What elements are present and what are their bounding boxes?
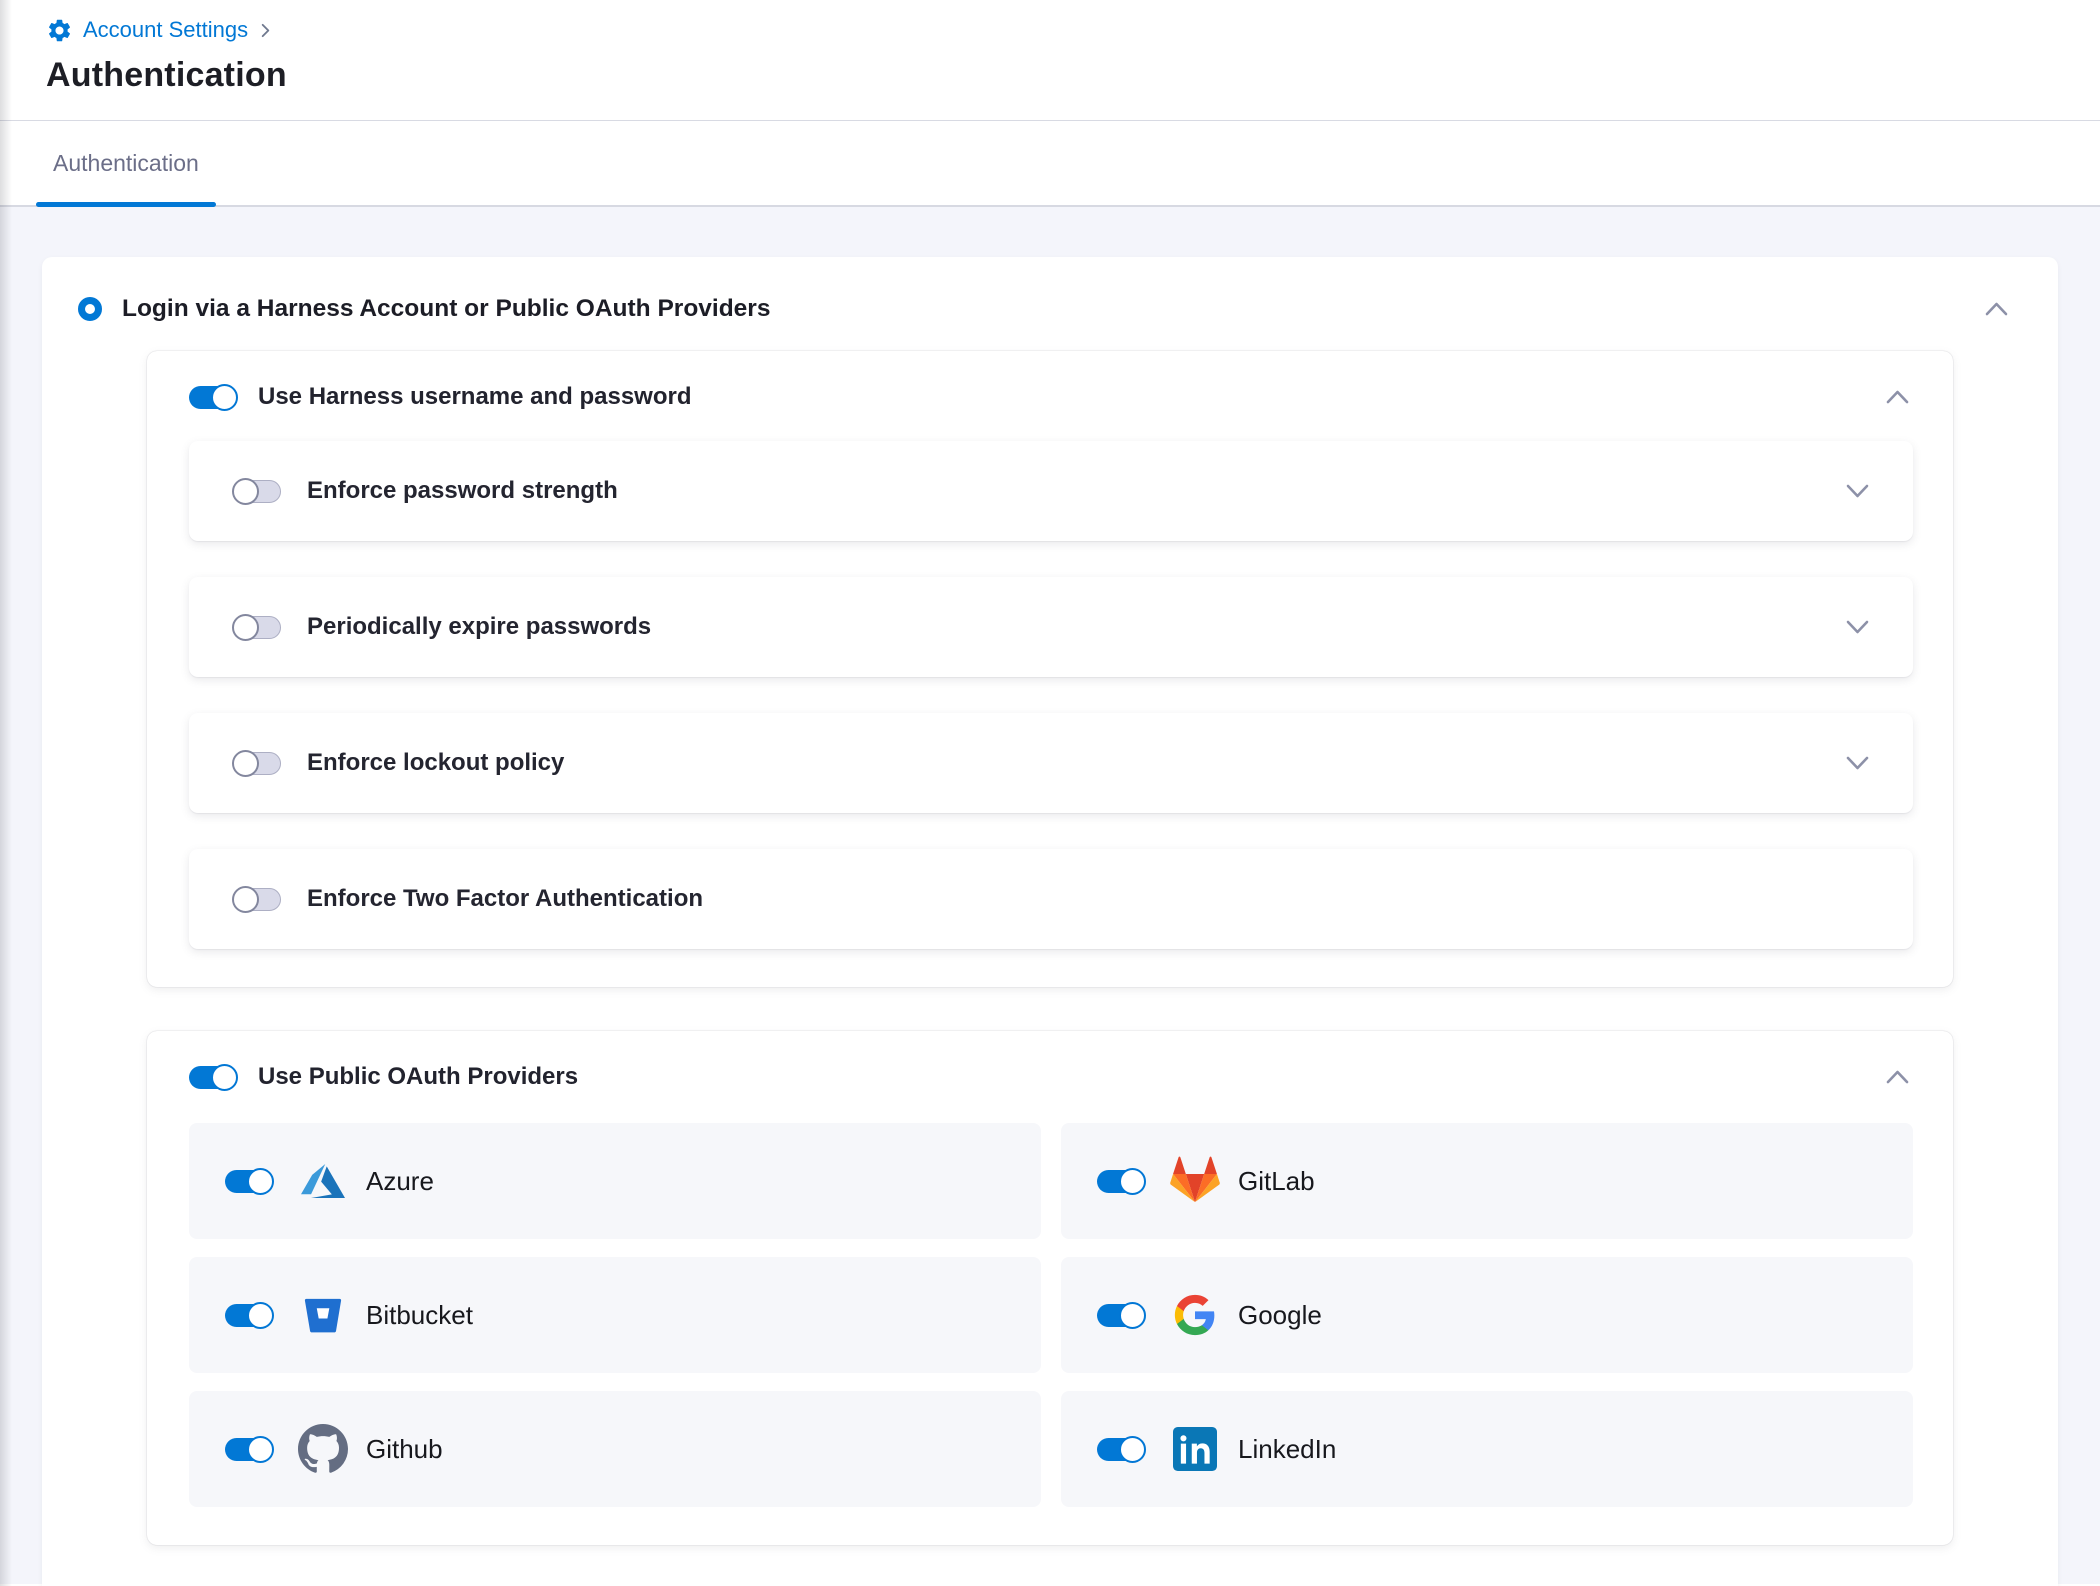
harness-login-toggle[interactable]	[189, 386, 236, 409]
expand-lockout-policy-button[interactable]	[1841, 747, 1873, 779]
breadcrumb-link-account-settings[interactable]: Account Settings	[83, 17, 248, 43]
toggle-knob	[1119, 1302, 1146, 1329]
oauth-providers-section: Use Public OAuth Providers Azure	[147, 1031, 1953, 1545]
login-method-header: Login via a Harness Account or Public OA…	[42, 257, 2058, 325]
collapse-oauth-section-button[interactable]	[1881, 1061, 1913, 1093]
provider-row-azure: Azure	[189, 1123, 1041, 1239]
provider-name: Bitbucket	[366, 1300, 473, 1331]
provider-row-google: Google	[1061, 1257, 1913, 1373]
setting-label: Periodically expire passwords	[307, 613, 651, 641]
page-header: Account Settings Authentication	[0, 0, 2100, 121]
login-method-title: Login via a Harness Account or Public OA…	[122, 295, 770, 323]
provider-row-gitlab: GitLab	[1061, 1123, 1913, 1239]
chevron-down-icon	[1846, 484, 1869, 498]
chevron-up-icon	[1886, 1070, 1909, 1084]
azure-icon	[296, 1154, 350, 1208]
chevron-down-icon	[1846, 620, 1869, 634]
page-title: Authentication	[46, 56, 2100, 95]
setting-row-expire-passwords: Periodically expire passwords	[189, 577, 1913, 677]
linkedin-icon	[1168, 1422, 1222, 1476]
chevron-up-icon	[1985, 302, 2008, 316]
content-area: Login via a Harness Account or Public OA…	[0, 207, 2100, 1584]
toggle-knob	[247, 1302, 274, 1329]
google-toggle[interactable]	[1097, 1304, 1144, 1327]
toggle-knob	[247, 1168, 274, 1195]
auth-methods-card: Login via a Harness Account or Public OA…	[42, 257, 2058, 1586]
toggle-knob	[211, 1064, 238, 1091]
setting-row-password-strength: Enforce password strength	[189, 441, 1913, 541]
expand-expire-passwords-button[interactable]	[1841, 611, 1873, 643]
toggle-knob	[1119, 1436, 1146, 1463]
github-toggle[interactable]	[225, 1438, 272, 1461]
setting-label: Enforce password strength	[307, 477, 618, 505]
toggle-knob	[232, 478, 259, 505]
oauth-providers-toggle[interactable]	[189, 1066, 236, 1089]
expand-password-strength-button[interactable]	[1841, 475, 1873, 507]
bitbucket-toggle[interactable]	[225, 1304, 272, 1327]
settings-gear-icon	[46, 17, 73, 44]
toggle-knob	[211, 384, 238, 411]
harness-login-section: Use Harness username and password Enforc…	[147, 351, 1953, 987]
azure-toggle[interactable]	[225, 1170, 272, 1193]
bitbucket-icon	[296, 1288, 350, 1342]
active-tab-indicator	[36, 202, 216, 207]
provider-row-bitbucket: Bitbucket	[189, 1257, 1041, 1373]
google-icon	[1168, 1288, 1222, 1342]
github-icon	[296, 1422, 350, 1476]
provider-row-github: Github	[189, 1391, 1041, 1507]
setting-row-lockout-policy: Enforce lockout policy	[189, 713, 1913, 813]
login-method-radio[interactable]	[78, 297, 102, 321]
lockout-policy-toggle[interactable]	[234, 752, 281, 775]
provider-row-linkedin: LinkedIn	[1061, 1391, 1913, 1507]
collapse-login-method-button[interactable]	[1980, 293, 2012, 325]
two-factor-toggle[interactable]	[234, 888, 281, 911]
toggle-knob	[232, 886, 259, 913]
harness-login-section-header: Use Harness username and password	[147, 377, 1953, 413]
toggle-knob	[1119, 1168, 1146, 1195]
provider-name: Azure	[366, 1166, 434, 1197]
harness-settings-list: Enforce password strength Periodically e…	[189, 441, 1913, 949]
tab-bar: Authentication	[0, 121, 2100, 207]
chevron-up-icon	[1886, 390, 1909, 404]
toggle-knob	[232, 614, 259, 641]
gitlab-icon	[1168, 1154, 1222, 1208]
password-strength-toggle[interactable]	[234, 480, 281, 503]
expire-passwords-toggle[interactable]	[234, 616, 281, 639]
tab-label: Authentication	[53, 150, 199, 177]
setting-label: Enforce lockout policy	[307, 749, 564, 777]
breadcrumb-chevron-icon	[258, 23, 273, 38]
setting-label: Enforce Two Factor Authentication	[307, 885, 703, 913]
provider-name: Github	[366, 1434, 443, 1465]
setting-row-two-factor: Enforce Two Factor Authentication	[189, 849, 1913, 949]
breadcrumb: Account Settings	[46, 12, 2100, 48]
harness-login-section-title: Use Harness username and password	[258, 383, 692, 411]
toggle-knob	[232, 750, 259, 777]
gitlab-toggle[interactable]	[1097, 1170, 1144, 1193]
provider-name: Google	[1238, 1300, 1322, 1331]
provider-name: LinkedIn	[1238, 1434, 1336, 1465]
provider-name: GitLab	[1238, 1166, 1315, 1197]
linkedin-toggle[interactable]	[1097, 1438, 1144, 1461]
oauth-section-title: Use Public OAuth Providers	[258, 1063, 578, 1091]
oauth-section-header: Use Public OAuth Providers	[147, 1057, 1953, 1093]
chevron-down-icon	[1846, 756, 1869, 770]
toggle-knob	[247, 1436, 274, 1463]
collapse-harness-section-button[interactable]	[1881, 381, 1913, 413]
tab-authentication[interactable]: Authentication	[53, 121, 199, 205]
oauth-provider-grid: Azure G	[189, 1123, 1913, 1507]
